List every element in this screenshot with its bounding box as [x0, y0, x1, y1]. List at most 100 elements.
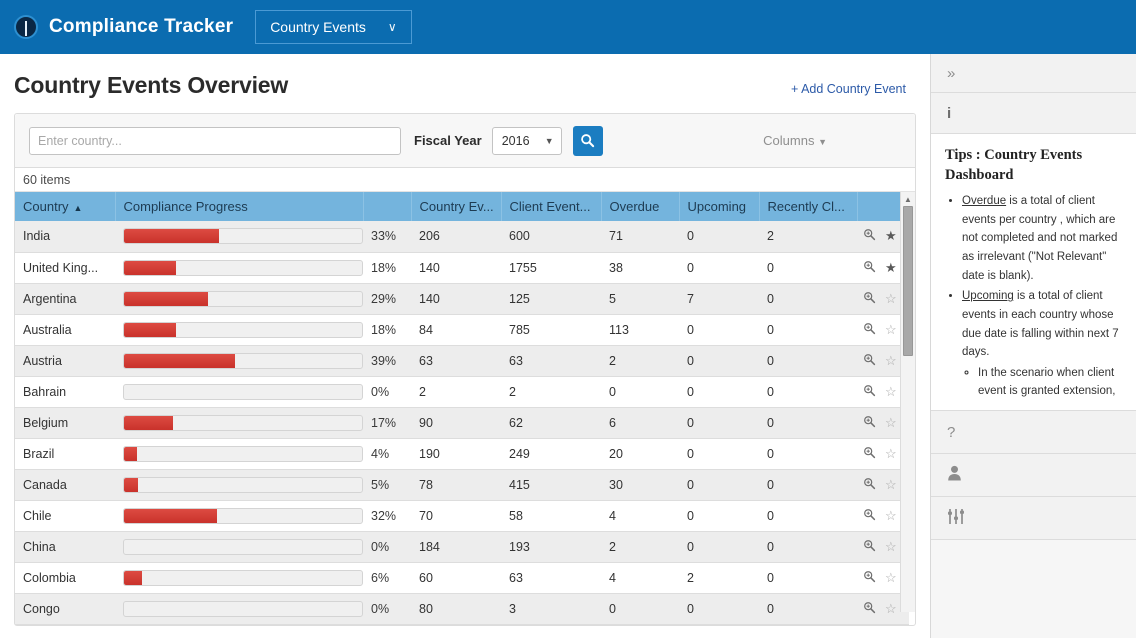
- tips-title: Tips : Country Events Dashboard: [945, 147, 1083, 183]
- cell-upcoming: 7: [679, 283, 759, 315]
- cell-upcoming: 0: [679, 252, 759, 284]
- percent-value: 18%: [371, 260, 397, 275]
- column-header-overdue[interactable]: Overdue: [601, 192, 680, 221]
- progress-bar-track: [123, 600, 363, 617]
- table-row[interactable]: Australia 18% 84 785 113 0 0 ☆: [15, 314, 909, 346]
- nav-tab-label: Country Events: [270, 19, 366, 35]
- cell-compliance-progress: [115, 562, 363, 594]
- magnifier-icon[interactable]: [863, 508, 876, 524]
- cell-percent: 17%: [363, 407, 411, 439]
- sidebar-item-info[interactable]: i: [931, 93, 1136, 134]
- table-row[interactable]: Belgium 17% 90 62 6 0 0 ☆: [15, 407, 909, 439]
- star-outline-icon[interactable]: ☆: [885, 446, 897, 462]
- star-outline-icon[interactable]: ☆: [885, 384, 897, 400]
- magnifier-icon[interactable]: [863, 384, 876, 400]
- star-outline-icon[interactable]: ☆: [885, 322, 897, 338]
- cell-client-events: 600: [501, 221, 601, 253]
- star-outline-icon[interactable]: ☆: [885, 477, 897, 493]
- star-outline-icon[interactable]: ☆: [885, 508, 897, 524]
- magnifier-icon[interactable]: [863, 322, 876, 338]
- table-row[interactable]: Brazil 4% 190 249 20 0 0 ☆: [15, 438, 909, 470]
- table-row[interactable]: United King... 18% 140 1755 38 0 0 ★: [15, 252, 909, 284]
- percent-value: 29%: [371, 291, 397, 306]
- info-icon: i: [947, 104, 952, 122]
- progress-bar-fill: [124, 415, 173, 430]
- country-search-input[interactable]: [29, 126, 401, 155]
- column-header-upcoming[interactable]: Upcoming: [679, 192, 760, 221]
- magnifier-icon[interactable]: [863, 228, 876, 244]
- nav-tab-country-events[interactable]: Country Events ∨: [255, 10, 412, 44]
- star-outline-icon[interactable]: ☆: [885, 539, 897, 555]
- column-header-country-label: Country: [23, 199, 69, 214]
- column-header-client-events[interactable]: Client Event...: [501, 192, 602, 221]
- star-filled-icon[interactable]: ★: [885, 228, 897, 244]
- table-row[interactable]: Bahrain 0% 2 2 0 0 0 ☆: [15, 376, 909, 408]
- table-row[interactable]: Colombia 6% 60 63 4 2 0 ☆: [15, 562, 909, 594]
- sidebar-item-help[interactable]: ?: [931, 411, 1136, 454]
- table-row[interactable]: Chile 32% 70 58 4 0 0 ☆: [15, 500, 909, 532]
- table-row[interactable]: Canada 5% 78 415 30 0 0 ☆: [15, 469, 909, 501]
- magnifier-icon[interactable]: [863, 353, 876, 369]
- add-country-event-link[interactable]: + Add Country Event: [791, 82, 906, 96]
- cell-country: Chile: [15, 500, 115, 532]
- star-outline-icon[interactable]: ☆: [885, 570, 897, 586]
- table-row[interactable]: Argentina 29% 140 125 5 7 0 ☆: [15, 283, 909, 315]
- cell-recently-closed: 0: [759, 531, 857, 563]
- progress-bar-fill: [124, 477, 139, 492]
- column-header-country[interactable]: Country ▲: [15, 192, 116, 221]
- table-row[interactable]: Austria 39% 63 63 2 0 0 ☆: [15, 345, 909, 377]
- magnifier-icon[interactable]: [863, 477, 876, 493]
- page-title: Country Events Overview: [14, 72, 289, 98]
- table-row[interactable]: China 0% 184 193 2 0 0 ☆: [15, 531, 909, 563]
- cell-percent: 29%: [363, 283, 411, 315]
- cell-client-events: 125: [501, 283, 601, 315]
- fiscal-year-label: Fiscal Year: [414, 133, 482, 148]
- cell-upcoming: 0: [679, 469, 759, 501]
- chevron-down-icon: ▼: [544, 135, 554, 146]
- cell-country: Bahrain: [15, 376, 115, 408]
- magnifier-icon[interactable]: [863, 601, 876, 617]
- cell-country-events: 90: [411, 407, 501, 439]
- cell-country-events: 78: [411, 469, 501, 501]
- scroll-up-arrow-icon[interactable]: ▲: [901, 192, 915, 206]
- cell-recently-closed: 0: [759, 438, 857, 470]
- magnifier-icon[interactable]: [863, 291, 876, 307]
- cell-recently-closed: 2: [759, 221, 857, 253]
- columns-label: Columns: [763, 133, 815, 148]
- star-filled-icon[interactable]: ★: [885, 260, 897, 276]
- progress-bar-track: [123, 569, 363, 586]
- search-button[interactable]: [572, 125, 603, 156]
- progress-bar-track: [123, 259, 363, 276]
- cell-overdue: 6: [601, 407, 679, 439]
- magnifier-icon[interactable]: [863, 539, 876, 555]
- sidebar-item-user[interactable]: [931, 454, 1136, 497]
- fiscal-year-select[interactable]: 2016 ▼: [491, 126, 562, 155]
- table-vertical-scrollbar[interactable]: ▲: [900, 192, 915, 612]
- magnifier-icon[interactable]: [863, 260, 876, 276]
- cell-client-events: 415: [501, 469, 601, 501]
- star-outline-icon[interactable]: ☆: [885, 353, 897, 369]
- scrollbar-thumb[interactable]: [903, 206, 913, 356]
- star-outline-icon[interactable]: ☆: [885, 415, 897, 431]
- table-row[interactable]: Congo 0% 80 3 0 0 0 ☆: [15, 593, 909, 625]
- star-outline-icon[interactable]: ☆: [885, 291, 897, 307]
- cell-compliance-progress: [115, 221, 363, 253]
- column-header-compliance-progress[interactable]: Compliance Progress: [115, 192, 364, 221]
- cell-percent: 0%: [363, 531, 411, 563]
- magnifier-icon[interactable]: [863, 570, 876, 586]
- column-header-recently-closed[interactable]: Recently Cl...: [759, 192, 858, 221]
- filter-toolbar: Fiscal Year 2016 ▼ Columns ▼: [15, 114, 915, 168]
- table-row[interactable]: India 33% 206 600 71 0 2 ★: [15, 221, 909, 253]
- columns-dropdown[interactable]: Columns ▼: [763, 133, 901, 148]
- star-outline-icon[interactable]: ☆: [885, 601, 897, 617]
- tips-term: Upcoming: [962, 290, 1014, 303]
- column-header-country-events[interactable]: Country Ev...: [411, 192, 502, 221]
- magnifier-icon[interactable]: [863, 446, 876, 462]
- sidebar-item-settings[interactable]: [931, 497, 1136, 540]
- tips-panel: Tips : Country Events Dashboard Overdue …: [931, 134, 1136, 411]
- cell-client-events: 3: [501, 593, 601, 625]
- column-header-percent[interactable]: [363, 192, 412, 221]
- sidebar-collapse-button[interactable]: »: [931, 54, 1136, 93]
- magnifier-icon[interactable]: [863, 415, 876, 431]
- cell-upcoming: 0: [679, 500, 759, 532]
